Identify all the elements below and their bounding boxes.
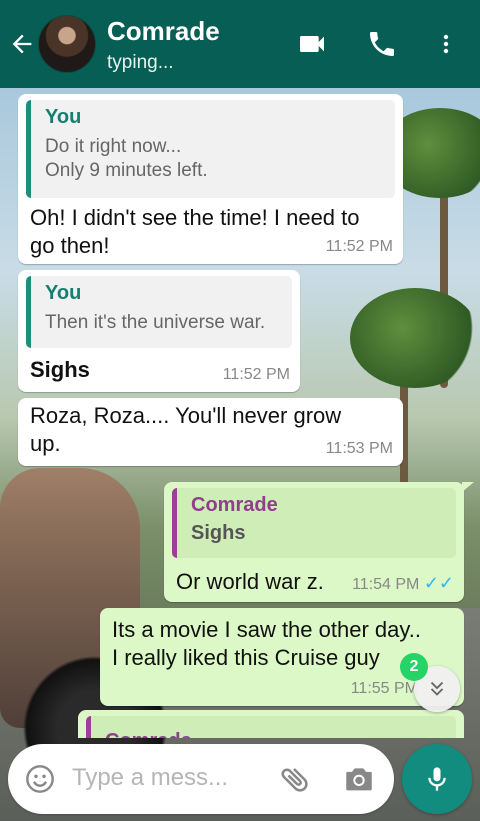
quote-author: You bbox=[45, 106, 82, 128]
chat-header: Comrade typing... bbox=[0, 0, 480, 88]
quoted-message[interactable]: You Do it right now... Only 9 minutes le… bbox=[26, 100, 395, 198]
message-bubble-outgoing[interactable]: Comrade Sighs Or world war z. 11:54 PM ✓… bbox=[164, 482, 464, 602]
message-bubble-outgoing[interactable]: Comrade bbox=[78, 710, 464, 738]
read-receipt-icon: ✓✓ bbox=[423, 573, 454, 593]
phone-icon[interactable] bbox=[366, 28, 398, 60]
arrow-left-icon[interactable] bbox=[8, 30, 36, 58]
quoted-message[interactable]: Comrade bbox=[86, 716, 456, 738]
message-bubble-incoming[interactable]: You Do it right now... Only 9 minutes le… bbox=[18, 94, 403, 264]
quote-text: Do it right now... bbox=[45, 136, 182, 157]
quoted-message[interactable]: You Then it's the universe war. bbox=[26, 276, 292, 348]
unread-count-badge: 2 bbox=[400, 653, 428, 681]
quote-author: Comrade bbox=[191, 494, 278, 516]
videocam-icon[interactable] bbox=[294, 28, 330, 60]
message-text: Roza, Roza.... You'll never grow bbox=[30, 403, 342, 428]
mic-icon bbox=[428, 767, 446, 791]
message-time: 11:52 PM bbox=[325, 238, 393, 255]
message-text: Oh! I didn't see the time! I need to bbox=[30, 205, 360, 230]
avatar[interactable] bbox=[38, 15, 96, 73]
voice-record-button[interactable] bbox=[402, 744, 472, 814]
quoted-message[interactable]: Comrade Sighs bbox=[172, 488, 456, 558]
message-time: 11:55 PM bbox=[350, 680, 418, 697]
emoji-icon[interactable] bbox=[24, 763, 56, 795]
double-chevron-down-icon bbox=[430, 681, 444, 696]
bubble-tail bbox=[462, 482, 474, 492]
message-composer: Type a mess... bbox=[8, 744, 394, 814]
message-time: 11:52 PM bbox=[222, 366, 290, 383]
contact-name[interactable]: Comrade bbox=[107, 16, 220, 47]
message-text: Its a movie I saw the other day.. bbox=[112, 617, 421, 642]
quote-author: You bbox=[45, 282, 82, 304]
camera-icon[interactable] bbox=[342, 762, 376, 796]
contact-status: typing... bbox=[107, 52, 174, 73]
message-bubble-incoming[interactable]: Roza, Roza.... You'll never grow up. 11:… bbox=[18, 398, 403, 466]
paperclip-icon[interactable] bbox=[278, 762, 312, 796]
quote-text: Sighs bbox=[191, 522, 246, 544]
more-vert-icon[interactable] bbox=[434, 28, 458, 60]
quote-author: Comrade bbox=[105, 730, 444, 738]
message-time-label: 11:54 PM bbox=[352, 576, 420, 593]
message-time: 11:53 PM bbox=[325, 440, 393, 457]
message-bubble-incoming[interactable]: You Then it's the universe war. Sighs 11… bbox=[18, 270, 300, 392]
message-input[interactable]: Type a mess... bbox=[72, 764, 262, 792]
quote-text: Then it's the universe war. bbox=[45, 312, 266, 333]
quote-text: Only 9 minutes left. bbox=[45, 160, 208, 181]
message-time: 11:54 PM ✓✓ bbox=[352, 573, 454, 594]
